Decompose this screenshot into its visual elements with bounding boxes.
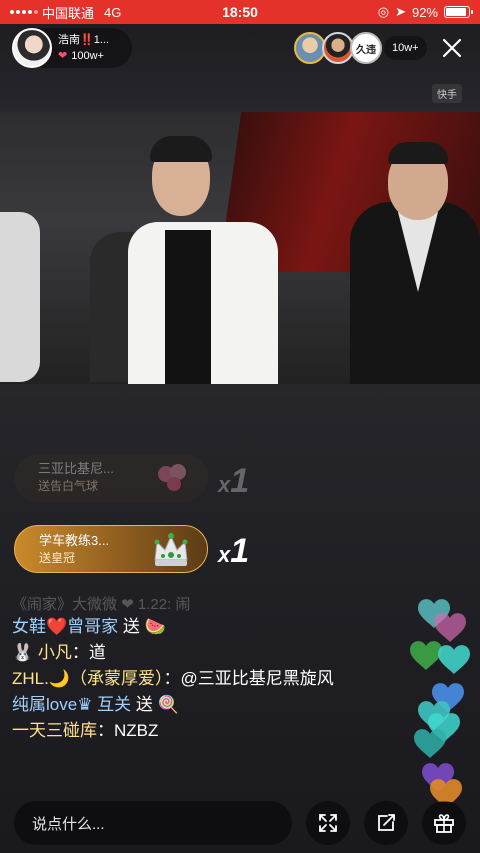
comment-input[interactable]: 说点什么... [14,801,292,845]
status-bar: 中国联通 4G 18:50 ◎ ➤ 92% [0,0,480,24]
host-likes-count: 100w+ [71,50,104,62]
chat-message: 一天三碰库：NZBZ [12,721,159,740]
share-icon [378,814,395,831]
gift-button[interactable] [422,801,466,845]
host-avatar[interactable] [12,28,52,68]
chat-message: 《闹家》大微微 ❤ 1.22: 闹 [12,596,191,613]
floating-hearts [410,599,470,802]
chat-username[interactable]: 一天三碰库 [12,721,97,740]
gift-count: x1 [218,532,250,570]
host-info-pill[interactable]: 浩南‼️1... ❤ 100w+ [12,28,132,68]
heart-icon [414,729,446,758]
battery-percent: 92% [411,4,438,20]
live-video[interactable] [0,112,480,384]
rotation-lock-icon: ◎ [377,4,390,19]
chat-username[interactable]: 🐰 小凡 [12,643,72,662]
viewer-count[interactable]: 10w+ [384,36,427,60]
gift-icon [434,814,454,833]
chat-username[interactable]: ZHL.🌙（承蒙厚爱） [12,669,164,688]
viewer-avatar[interactable]: 久违 [350,32,382,64]
gift-count: x1 [218,462,250,500]
audience-bar[interactable]: 久违 10w+ [294,32,427,64]
clock: 18:50 [222,4,258,20]
heart-icon: ❤ [58,50,68,62]
share-button[interactable] [364,801,408,845]
expand-button[interactable] [306,801,350,845]
expand-icon [319,814,337,832]
chat-list[interactable]: 《闹家》大微微 ❤ 1.22: 闹 女鞋❤️曾哥家 送 🍉 🐰 小凡：道 ZHL… [12,592,412,744]
carrier-label: 中国联通 [42,5,95,21]
heart-icon [438,645,470,674]
chat-message: 纯属love♛ 互关 送 🍭 [12,695,179,714]
heart-icon [410,641,442,670]
location-icon: ➤ [395,4,406,19]
gift-banner: 学车教练3... 送皇冠 [14,525,208,573]
battery-icon [444,6,473,18]
chat-message: 女鞋❤️曾哥家 送 🍉 [12,617,166,636]
network-label: 4G [104,4,122,20]
platform-watermark: 快手 [432,84,462,103]
gift-banner: 三亚比基尼... 送告白气球 [14,454,208,502]
signal-icon [10,10,38,14]
close-icon[interactable] [438,34,466,62]
chat-message: 🐰 小凡：道 [12,643,106,662]
crown-icon [154,533,188,566]
heart-icon [434,613,466,642]
host-name: 浩南‼️1... [58,34,109,46]
chat-username[interactable]: 女鞋❤️曾哥家 [12,617,118,636]
chat-username[interactable]: 纯属love♛ 互关 [12,695,131,714]
balloon-icon [158,464,186,491]
chat-message: ZHL.🌙（承蒙厚爱）：@三亚比基尼黑旋风 [12,669,334,688]
